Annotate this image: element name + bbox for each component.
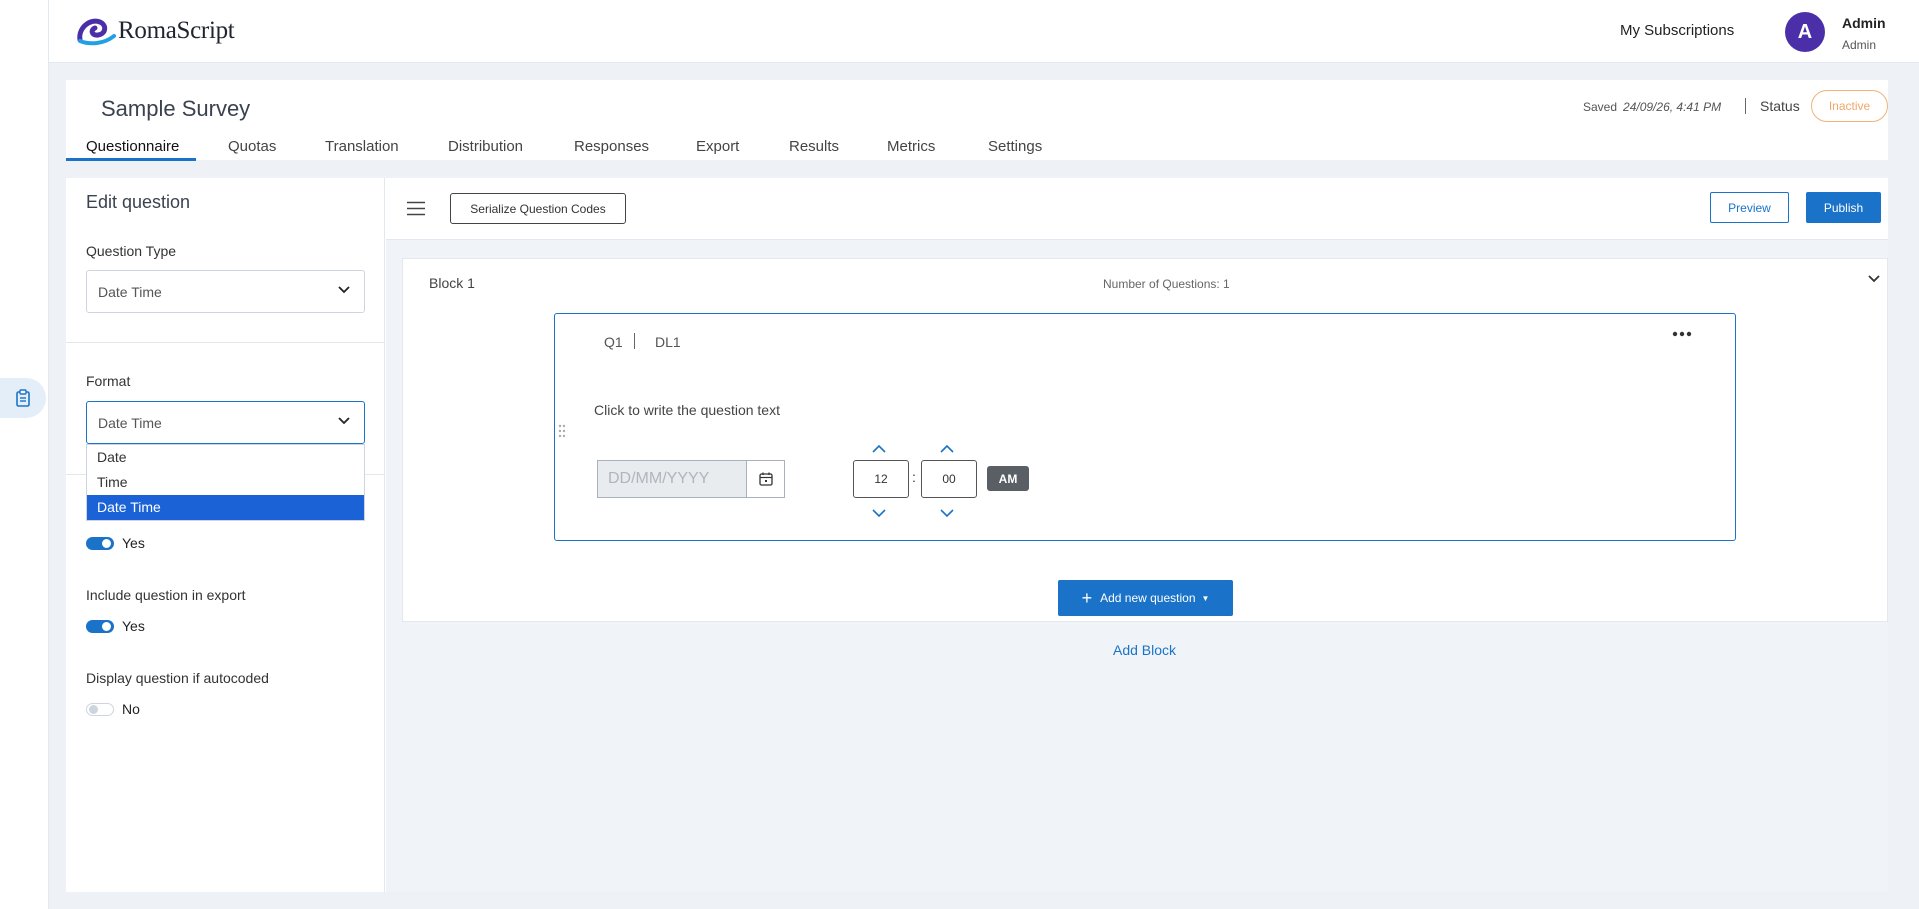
canvas-toolbar: Serialize Question Codes Preview Publish	[386, 178, 1888, 240]
saved-indicator: Saved 24/09/26, 4:41 PM	[1583, 100, 1721, 114]
questionnaire-nav-button[interactable]	[0, 378, 46, 418]
tab-distribution[interactable]: Distribution	[448, 138, 523, 160]
ampm-toggle-button[interactable]: AM	[987, 466, 1029, 491]
include-export-toggle[interactable]	[86, 619, 114, 633]
chevron-down-icon	[338, 286, 350, 294]
format-select[interactable]: Date Time	[86, 401, 365, 444]
tab-export[interactable]: Export	[696, 138, 739, 160]
format-dropdown-list: Date Time Date Time	[86, 444, 365, 521]
divider	[66, 342, 385, 343]
more-options-icon[interactable]	[1672, 331, 1692, 337]
question-block: Block 1 Number of Questions: 1 Q1 DL1 Cl…	[402, 258, 1888, 622]
question-type-label: Question Type	[86, 243, 177, 259]
survey-header: Sample Survey Saved 24/09/26, 4:41 PM Sta…	[66, 80, 1888, 161]
question-text[interactable]: Click to write the question text	[594, 402, 780, 418]
plus-icon: +	[1081, 588, 1093, 608]
display-autocoded-toggle[interactable]	[86, 702, 114, 716]
caret-down-icon: ▼	[1201, 593, 1210, 603]
survey-title: Sample Survey	[101, 96, 251, 121]
my-subscriptions-link[interactable]: My Subscriptions	[1620, 22, 1734, 39]
tab-metrics[interactable]: Metrics	[887, 138, 935, 160]
chevron-down-icon	[338, 417, 350, 425]
main-panel: Edit question Question Type Date Time Fo…	[66, 178, 1888, 892]
serialize-question-codes-button[interactable]: Serialize Question Codes	[450, 193, 626, 224]
avatar[interactable]: A	[1785, 12, 1825, 52]
logo-text: RomaScript	[118, 17, 235, 44]
tab-questionnaire[interactable]: Questionnaire	[86, 138, 179, 160]
question-card[interactable]: Q1 DL1 Click to write the question text …	[554, 313, 1736, 541]
survey-canvas: Serialize Question Codes Preview Publish…	[386, 178, 1888, 892]
question-number: Q1	[604, 334, 623, 350]
left-rail	[0, 0, 49, 909]
collapse-chevron-icon[interactable]	[1868, 275, 1880, 283]
display-autocoded-label: Display question if autocoded	[86, 670, 269, 686]
display-autocoded-value: No	[122, 701, 140, 717]
question-code[interactable]: DL1	[655, 334, 681, 350]
user-name: Admin	[1842, 15, 1886, 31]
toggle-value: Yes	[122, 535, 145, 551]
toggle-row: Yes	[86, 535, 145, 551]
minute-down-icon[interactable]	[940, 509, 954, 517]
active-tab-indicator	[66, 158, 196, 161]
hour-up-icon[interactable]	[872, 445, 886, 453]
block-title[interactable]: Block 1	[429, 275, 475, 291]
user-role: Admin	[1842, 38, 1877, 52]
tab-results[interactable]: Results	[789, 138, 839, 160]
question-type-select[interactable]: Date Time	[86, 270, 365, 313]
include-export-row: Yes	[86, 618, 145, 634]
display-autocoded-row: No	[86, 701, 140, 717]
preview-button[interactable]: Preview	[1710, 192, 1789, 223]
top-bar: RomaScript My Subscriptions A Admin Admi…	[49, 0, 1919, 63]
edit-question-title: Edit question	[86, 192, 191, 212]
minute-input[interactable]: 00	[921, 460, 977, 498]
toggle-switch[interactable]	[86, 536, 114, 550]
logo-icon	[77, 18, 116, 46]
hamburger-menu-icon[interactable]	[407, 201, 425, 216]
add-new-question-label: Add new question	[1100, 591, 1196, 605]
saved-timestamp: 24/09/26, 4:41 PM	[1623, 100, 1722, 114]
clipboard-icon	[16, 389, 30, 407]
tab-translation[interactable]: Translation	[325, 138, 399, 160]
drag-handle-icon[interactable]	[558, 424, 566, 438]
tab-quotas[interactable]: Quotas	[228, 138, 276, 160]
divider	[1745, 98, 1746, 114]
add-new-question-button[interactable]: + Add new question ▼	[1058, 580, 1233, 616]
include-export-value: Yes	[122, 618, 145, 634]
minute-up-icon[interactable]	[940, 445, 954, 453]
include-export-label: Include question in export	[86, 587, 246, 603]
format-option-date[interactable]: Date	[87, 445, 364, 470]
time-separator: :	[912, 469, 916, 485]
format-option-date-time[interactable]: Date Time	[87, 495, 364, 520]
status-label: Status	[1760, 98, 1800, 114]
calendar-icon	[758, 472, 773, 486]
date-field[interactable]: DD/MM/YYYY	[598, 461, 748, 497]
calendar-button[interactable]	[747, 461, 784, 497]
tab-settings[interactable]: Settings	[988, 138, 1042, 160]
tab-responses[interactable]: Responses	[574, 138, 649, 160]
publish-button[interactable]: Publish	[1806, 192, 1881, 223]
logo[interactable]: RomaScript	[76, 14, 235, 48]
edit-question-panel: Edit question Question Type Date Time Fo…	[66, 178, 385, 892]
question-count: Number of Questions: 1	[1103, 277, 1230, 291]
hour-input[interactable]: 12	[853, 460, 909, 498]
format-value: Date Time	[98, 414, 162, 431]
hour-down-icon[interactable]	[872, 509, 886, 517]
format-option-time[interactable]: Time	[87, 470, 364, 495]
date-input[interactable]: DD/MM/YYYY	[597, 460, 785, 498]
saved-label: Saved	[1583, 100, 1618, 114]
status-badge[interactable]: Inactive	[1811, 90, 1888, 122]
format-label: Format	[86, 373, 131, 389]
add-block-link[interactable]: Add Block	[1113, 642, 1176, 658]
divider	[634, 333, 635, 349]
question-type-value: Date Time	[98, 283, 162, 300]
